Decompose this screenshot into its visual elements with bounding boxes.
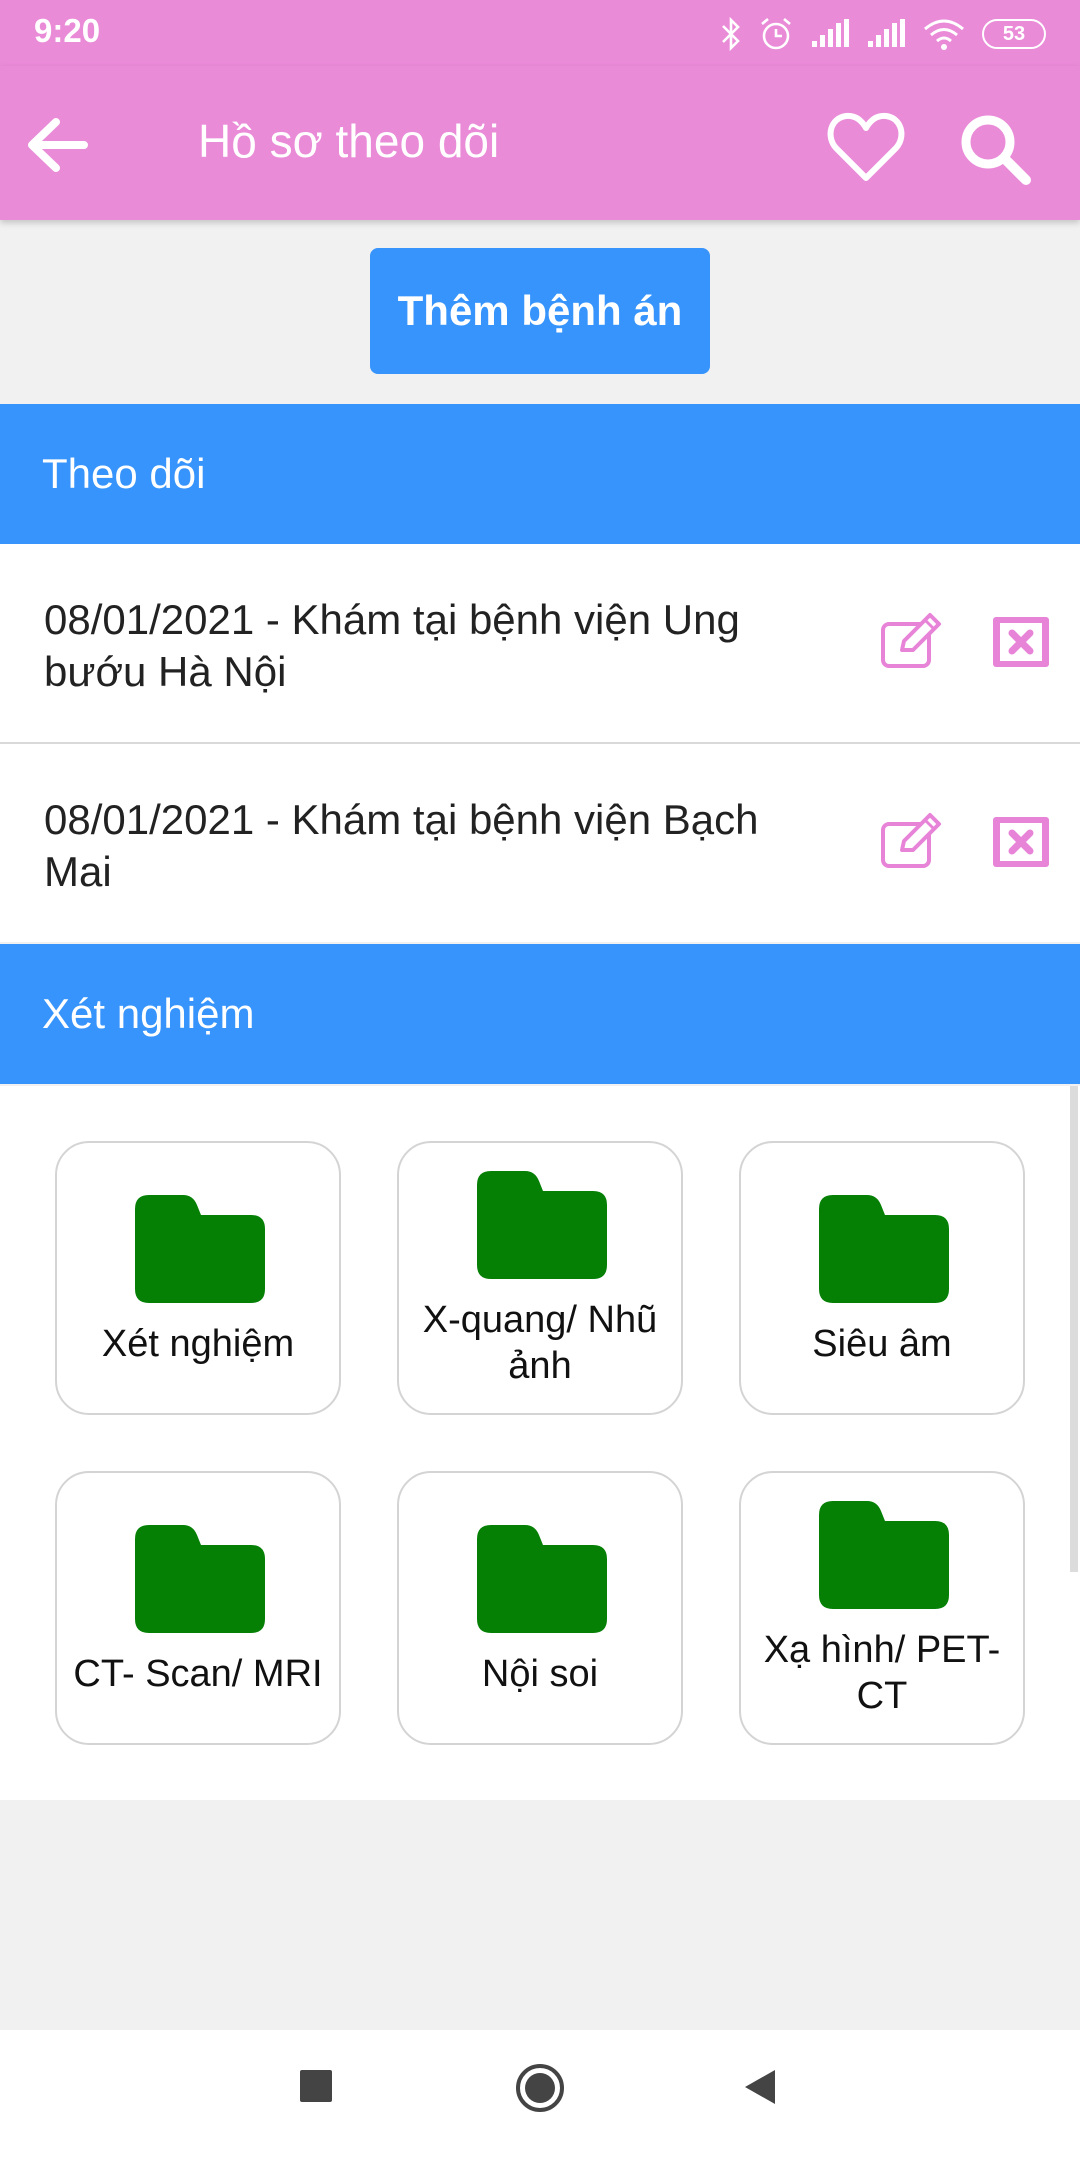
folder-tile-pet-ct[interactable]: Xạ hình/ PET- CT bbox=[739, 1471, 1025, 1745]
battery-level: 53 bbox=[1002, 22, 1026, 45]
folder-label-line-2: ảnh bbox=[508, 1345, 572, 1387]
back-arrow-icon[interactable] bbox=[22, 110, 92, 180]
record-text[interactable]: 08/01/2021 - Khám tại bệnh viện Ung bướu… bbox=[44, 594, 834, 698]
record-text[interactable]: 08/01/2021 - Khám tại bệnh viện Bạch Mai bbox=[44, 794, 834, 898]
folder-label-line-1: CT- Scan/ MRI bbox=[73, 1653, 323, 1695]
record-row[interactable]: 08/01/2021 - Khám tại bệnh viện Bạch Mai bbox=[0, 744, 1080, 942]
status-bar: 9:20 53 bbox=[0, 0, 1080, 66]
folder-icon bbox=[135, 1525, 265, 1633]
folder-label: CT- Scan/ MRI bbox=[65, 1651, 331, 1697]
record-row[interactable]: 08/01/2021 - Khám tại bệnh viện Ung bướu… bbox=[0, 544, 1080, 742]
folder-label-line-1: Xét nghiệm bbox=[101, 1323, 295, 1365]
home-icon[interactable] bbox=[514, 2062, 566, 2114]
signal-icon bbox=[812, 19, 849, 47]
folder-label-line-1: Siêu âm bbox=[812, 1323, 952, 1365]
folder-label: Siêu âm bbox=[749, 1321, 1015, 1367]
back-nav-icon[interactable] bbox=[742, 2068, 778, 2106]
alarm-icon bbox=[761, 18, 791, 50]
folder-icon bbox=[819, 1195, 949, 1303]
folder-tile-ct-mri[interactable]: CT- Scan/ MRI bbox=[55, 1471, 341, 1745]
record-line-1: 08/01/2021 - Khám tại bệnh viện Bạch bbox=[44, 796, 759, 843]
folder-label-line-1: Xạ hình/ PET- bbox=[763, 1629, 1001, 1671]
battery-icon: 53 bbox=[982, 19, 1046, 49]
folder-icon bbox=[135, 1195, 265, 1303]
folder-tile-endoscopy[interactable]: Nội soi bbox=[397, 1471, 683, 1745]
delete-icon[interactable] bbox=[990, 814, 1052, 870]
folder-label: Nội soi bbox=[407, 1651, 673, 1697]
follow-section-header: Theo dõi bbox=[0, 404, 1080, 544]
search-icon[interactable] bbox=[956, 110, 1032, 186]
edit-icon[interactable] bbox=[880, 610, 946, 670]
scrollbar[interactable] bbox=[1070, 1086, 1078, 1572]
folder-icon bbox=[819, 1501, 949, 1609]
folder-label: Xạ hình/ PET- CT bbox=[749, 1627, 1015, 1719]
folder-tile-ultrasound[interactable]: Siêu âm bbox=[739, 1141, 1025, 1415]
add-record-button[interactable]: Thêm bệnh án bbox=[370, 248, 710, 374]
record-line-1: 08/01/2021 - Khám tại bệnh viện Ung bbox=[44, 596, 740, 643]
bluetooth-icon bbox=[722, 17, 740, 51]
edit-icon[interactable] bbox=[880, 810, 946, 870]
app-bar: Hồ sơ theo dõi bbox=[0, 66, 1080, 220]
record-line-2: Mai bbox=[44, 848, 112, 895]
folder-tile-xray[interactable]: X-quang/ Nhũ ảnh bbox=[397, 1141, 683, 1415]
page-title: Hồ sơ theo dõi bbox=[198, 115, 500, 167]
signal-icon-2 bbox=[868, 19, 905, 47]
status-time: 9:20 bbox=[34, 12, 101, 49]
folder-icon bbox=[477, 1171, 607, 1279]
record-line-2: bướu Hà Nội bbox=[44, 648, 287, 695]
folder-icon bbox=[477, 1525, 607, 1633]
delete-icon[interactable] bbox=[990, 614, 1052, 670]
heart-icon[interactable] bbox=[826, 110, 906, 184]
folder-label-line-2: CT bbox=[856, 1675, 908, 1717]
folder-label-line-1: Nội soi bbox=[481, 1653, 599, 1695]
system-nav-bar bbox=[0, 2030, 1080, 2160]
folder-label: Xét nghiệm bbox=[65, 1321, 331, 1367]
test-section-header: Xét nghiệm bbox=[0, 944, 1080, 1084]
folder-label-line-1: X-quang/ Nhũ bbox=[422, 1299, 658, 1341]
folder-tile-tests[interactable]: Xét nghiệm bbox=[55, 1141, 341, 1415]
recents-icon[interactable] bbox=[298, 2068, 334, 2104]
folder-label: X-quang/ Nhũ ảnh bbox=[407, 1297, 673, 1389]
wifi-icon bbox=[924, 19, 964, 50]
status-icons: 53 bbox=[720, 14, 1046, 54]
